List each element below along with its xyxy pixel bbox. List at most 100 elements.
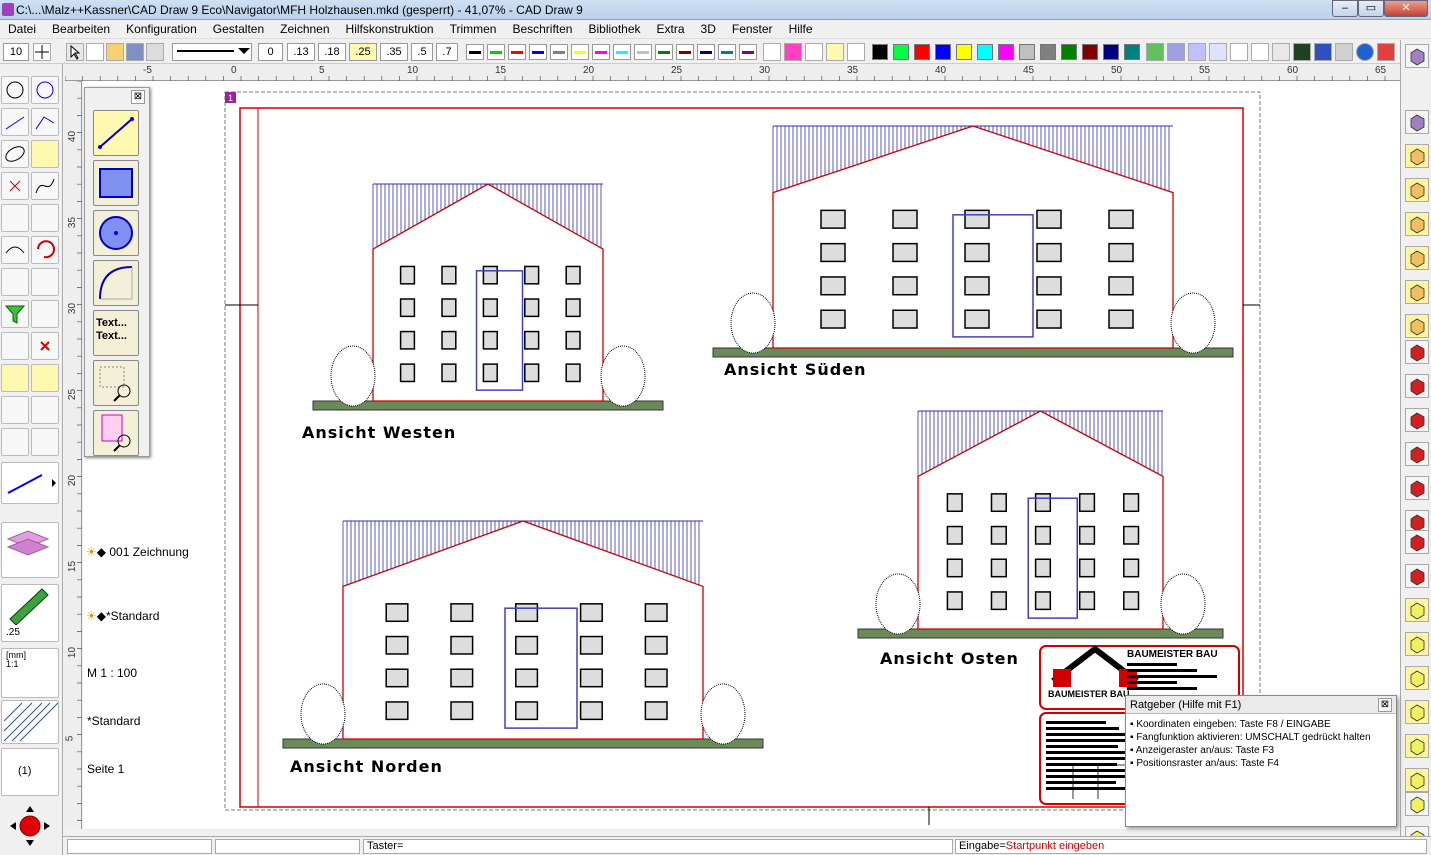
menu-fenster[interactable]: Fenster [724, 22, 781, 36]
pen-navy-icon[interactable] [697, 44, 715, 60]
info-icon[interactable] [1356, 43, 1374, 61]
filter-icon[interactable] [1, 300, 29, 328]
hatch-icon[interactable] [1188, 43, 1206, 61]
hatch-tool[interactable] [1, 700, 59, 744]
hand-icon[interactable] [31, 268, 59, 296]
cube-top-icon[interactable] [1405, 246, 1429, 270]
pen-yellow-icon[interactable] [571, 44, 589, 60]
current-line-tool[interactable] [1, 462, 59, 504]
wire-cube5-icon[interactable] [1405, 734, 1429, 758]
pen-darkred-icon[interactable] [676, 44, 694, 60]
fill-hatch-icon[interactable] [847, 43, 865, 61]
copy-page-icon[interactable] [31, 396, 59, 424]
save-icon[interactable] [126, 43, 144, 61]
page-icon[interactable] [1230, 43, 1248, 61]
open-folder-icon[interactable] [106, 43, 124, 61]
wire-cube2-icon[interactable] [1405, 632, 1429, 656]
pointer-icon[interactable] [66, 43, 84, 61]
menu-beschriften[interactable]: Beschriften [504, 22, 580, 36]
rotate-x-icon[interactable] [1405, 340, 1429, 364]
fill-color-gray[interactable] [1040, 44, 1056, 60]
flyout-close-button[interactable]: ⊠ [131, 90, 145, 104]
menu-zeichnen[interactable]: Zeichnen [272, 22, 337, 36]
calculator-icon[interactable] [1272, 43, 1290, 61]
turn-up-icon[interactable] [1405, 564, 1429, 588]
gift-icon[interactable] [1377, 43, 1395, 61]
line-width-18[interactable]: .18 [318, 43, 346, 61]
menu-3d[interactable]: 3D [693, 22, 724, 36]
navigation-pad[interactable] [4, 802, 56, 850]
menu-extra[interactable]: Extra [649, 22, 693, 36]
draw-line-tool[interactable] [93, 110, 139, 156]
car-icon[interactable] [1314, 43, 1332, 61]
close-button[interactable]: ✕ [1384, 0, 1428, 17]
fill-color-magenta[interactable] [998, 44, 1014, 60]
fill-white-icon[interactable] [805, 43, 823, 61]
arrows-icon[interactable] [1, 428, 29, 456]
cube-front-icon[interactable] [1405, 178, 1429, 202]
cube-flat-icon[interactable] [1405, 314, 1429, 338]
pen-purple-icon[interactable] [739, 44, 757, 60]
select-all-icon[interactable] [1, 332, 29, 360]
fill-none-icon[interactable] [763, 43, 781, 61]
minimize-button[interactable]: – [1332, 0, 1358, 17]
lock-icon[interactable] [1, 364, 29, 392]
fill-color-darkgreen[interactable] [1061, 44, 1077, 60]
ellipse-icon[interactable] [1, 140, 29, 168]
rotate-y2-icon[interactable] [1405, 476, 1429, 500]
print-icon[interactable] [146, 43, 164, 61]
wrench-icon[interactable] [1335, 43, 1353, 61]
fill-color-cyan[interactable] [977, 44, 993, 60]
dimension-icon[interactable] [1, 204, 29, 232]
pencil-icon[interactable] [1146, 43, 1164, 61]
ratio-tool[interactable]: [mm] 1:1 [1, 648, 59, 698]
draw-text-tool[interactable]: Text... Text... [93, 310, 139, 356]
line-width-35[interactable]: .35 [380, 43, 408, 61]
menu-trimmen[interactable]: Trimmen [442, 22, 505, 36]
cube-iso-icon[interactable] [1405, 280, 1429, 304]
page-tool[interactable]: (1) [1, 748, 59, 796]
prism-icon[interactable] [1405, 792, 1429, 816]
pen-magenta-icon[interactable] [592, 44, 610, 60]
line-width-0[interactable]: 0 [258, 43, 283, 61]
layer-stack-icon[interactable] [1, 396, 29, 424]
circle-points-icon[interactable] [31, 76, 59, 104]
menu-hilfe[interactable]: Hilfe [781, 22, 821, 36]
menu-bearbeiten[interactable]: Bearbeiten [44, 22, 118, 36]
menu-bibliothek[interactable]: Bibliothek [580, 22, 648, 36]
rotate-z-icon[interactable] [1405, 408, 1429, 432]
wire-cube6-icon[interactable] [1405, 768, 1429, 792]
crosshair-icon[interactable] [33, 43, 51, 61]
pen-black-icon[interactable] [466, 44, 484, 60]
pen-red-icon[interactable] [508, 44, 526, 60]
menu-hilfskonstruktion[interactable]: Hilfskonstruktion [338, 22, 442, 36]
new-file-icon[interactable] [86, 43, 104, 61]
pattern-icon[interactable] [1209, 43, 1227, 61]
rotate-y-icon[interactable] [1405, 374, 1429, 398]
line-width-13[interactable]: .13 [287, 43, 315, 61]
line-width-25[interactable]: .25 [349, 43, 377, 61]
pen-blue-icon[interactable] [529, 44, 547, 60]
pen-green-icon[interactable] [487, 44, 505, 60]
pen-lightgray-icon[interactable] [634, 44, 652, 60]
turn-down-icon[interactable] [1405, 530, 1429, 554]
circle-icon[interactable] [1, 76, 29, 104]
menu-datei[interactable]: Datei [0, 22, 44, 36]
layer-tool[interactable] [1, 522, 59, 578]
pen-darkgreen-icon[interactable] [655, 44, 673, 60]
line-icon[interactable] [1, 108, 29, 136]
pen-gray-icon[interactable] [550, 44, 568, 60]
page-label[interactable]: Seite 1 [87, 762, 124, 776]
arc-icon[interactable] [1, 236, 29, 264]
ellipse-arc-icon[interactable] [31, 140, 59, 168]
fill-color-red[interactable] [914, 44, 930, 60]
fill-pattern-icon[interactable] [784, 43, 802, 61]
polyline-icon[interactable] [31, 108, 59, 136]
fill-color-green[interactable] [893, 44, 909, 60]
pen-tool[interactable]: .25 [1, 584, 59, 642]
maximize-button[interactable]: ▭ [1358, 0, 1384, 17]
style-indicator[interactable]: ☀◆*Standard [86, 609, 159, 623]
layers-icon[interactable] [1167, 43, 1185, 61]
list-icon[interactable] [31, 300, 59, 328]
fill-light-icon[interactable] [826, 43, 844, 61]
